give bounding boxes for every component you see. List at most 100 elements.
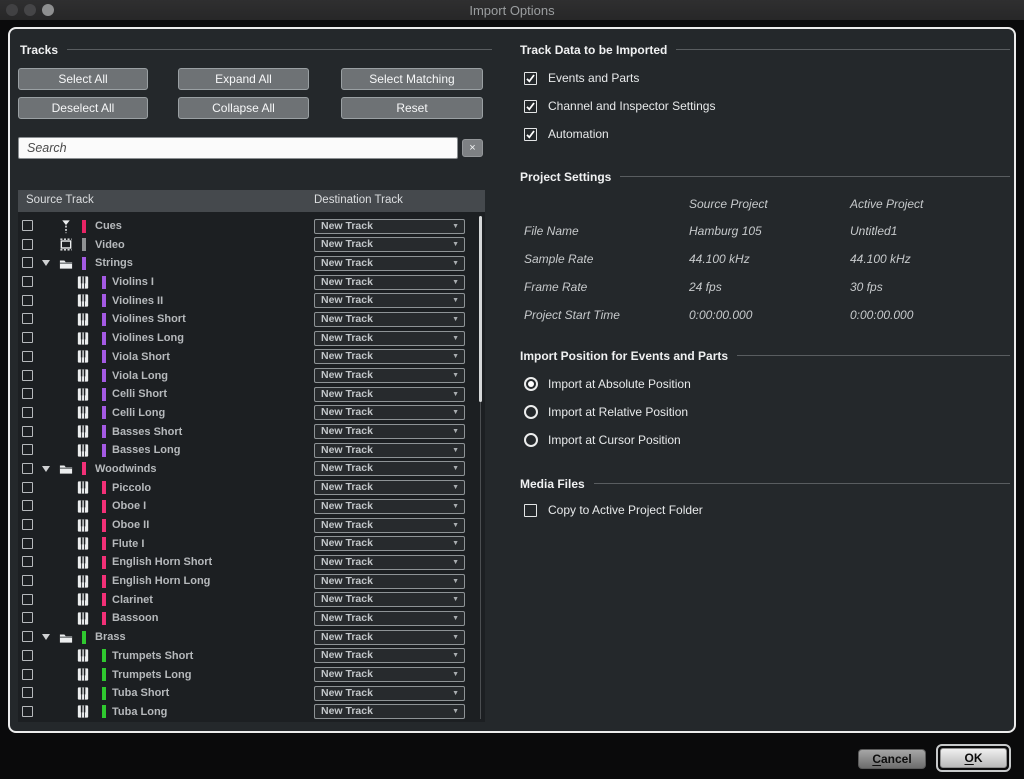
destination-dropdown[interactable]: New Track▼ [314,424,465,439]
search-clear-button[interactable]: × [462,139,483,157]
destination-dropdown[interactable]: New Track▼ [314,480,465,495]
row-checkbox[interactable] [22,687,33,698]
track-row[interactable]: Basses ShortNew Track▼ [18,423,485,442]
radio-button[interactable] [524,433,538,447]
row-checkbox[interactable] [22,407,33,418]
row-checkbox[interactable] [22,706,33,717]
track-row[interactable]: Tuba LongNew Track▼ [18,703,485,722]
checkbox[interactable] [524,100,537,113]
destination-dropdown[interactable]: New Track▼ [314,461,465,476]
destination-dropdown[interactable]: New Track▼ [314,648,465,663]
track-row[interactable]: Tuba ShortNew Track▼ [18,684,485,703]
destination-dropdown[interactable]: New Track▼ [314,368,465,383]
destination-dropdown[interactable]: New Track▼ [314,536,465,551]
track-row[interactable]: Viola LongNew Track▼ [18,367,485,386]
track-row[interactable]: PiccoloNew Track▼ [18,479,485,498]
track-row[interactable]: Flute INew Track▼ [18,535,485,554]
row-checkbox[interactable] [22,220,33,231]
destination-dropdown[interactable]: New Track▼ [314,592,465,607]
row-checkbox[interactable] [22,594,33,605]
destination-dropdown[interactable]: New Track▼ [314,237,465,252]
row-checkbox[interactable] [22,463,33,474]
source-track-column-header[interactable]: Source Track [26,194,94,206]
track-row[interactable]: Oboe INew Track▼ [18,497,485,516]
row-checkbox[interactable] [22,351,33,362]
track-row[interactable]: English Horn LongNew Track▼ [18,572,485,591]
destination-dropdown[interactable]: New Track▼ [314,443,465,458]
track-row[interactable]: Trumpets ShortNew Track▼ [18,647,485,666]
destination-dropdown[interactable]: New Track▼ [314,312,465,327]
row-checkbox[interactable] [22,612,33,623]
checkbox[interactable] [524,128,537,141]
row-checkbox[interactable] [22,257,33,268]
row-checkbox[interactable] [22,295,33,306]
row-checkbox[interactable] [22,313,33,324]
track-row[interactable]: Violines ShortNew Track▼ [18,310,485,329]
checkbox[interactable] [524,72,537,85]
select-matching-button[interactable]: Select Matching [341,68,483,90]
track-row[interactable]: English Horn ShortNew Track▼ [18,553,485,572]
track-row[interactable]: Trumpets LongNew Track▼ [18,666,485,685]
destination-dropdown[interactable]: New Track▼ [314,667,465,682]
destination-dropdown[interactable]: New Track▼ [314,293,465,308]
destination-dropdown[interactable]: New Track▼ [314,611,465,626]
track-row[interactable]: Basses LongNew Track▼ [18,441,485,460]
row-checkbox[interactable] [22,631,33,642]
track-row[interactable]: Oboe IINew Track▼ [18,516,485,535]
row-checkbox[interactable] [22,519,33,530]
track-row[interactable]: Viola ShortNew Track▼ [18,348,485,367]
row-checkbox[interactable] [22,332,33,343]
cancel-button[interactable]: Cancel [858,749,926,769]
row-checkbox[interactable] [22,650,33,661]
ok-button[interactable]: OK [940,748,1007,768]
track-row[interactable]: BassoonNew Track▼ [18,609,485,628]
expand-all-button[interactable]: Expand All [178,68,309,90]
row-checkbox[interactable] [22,276,33,287]
destination-dropdown[interactable]: New Track▼ [314,387,465,402]
disclosure-triangle-icon[interactable] [42,466,50,472]
select-all-button[interactable]: Select All [18,68,148,90]
radio-button[interactable] [524,405,538,419]
row-checkbox[interactable] [22,538,33,549]
track-row[interactable]: StringsNew Track▼ [18,254,485,273]
checkbox[interactable] [524,504,537,517]
row-checkbox[interactable] [22,444,33,455]
deselect-all-button[interactable]: Deselect All [18,97,148,119]
row-checkbox[interactable] [22,370,33,381]
destination-dropdown[interactable]: New Track▼ [314,331,465,346]
destination-dropdown[interactable]: New Track▼ [314,574,465,589]
collapse-all-button[interactable]: Collapse All [178,97,309,119]
destination-dropdown[interactable]: New Track▼ [314,405,465,420]
disclosure-triangle-icon[interactable] [42,634,50,640]
destination-dropdown[interactable]: New Track▼ [314,555,465,570]
radio-button[interactable] [524,377,538,391]
scrollbar-thumb[interactable] [479,216,482,402]
destination-dropdown[interactable]: New Track▼ [314,219,465,234]
row-checkbox[interactable] [22,482,33,493]
disclosure-triangle-icon[interactable] [42,260,50,266]
track-row[interactable]: Violins INew Track▼ [18,273,485,292]
destination-dropdown[interactable]: New Track▼ [314,256,465,271]
track-row[interactable]: WoodwindsNew Track▼ [18,460,485,479]
track-row[interactable]: CuesNew Track▼ [18,217,485,236]
track-row[interactable]: Violines IINew Track▼ [18,292,485,311]
destination-dropdown[interactable]: New Track▼ [314,275,465,290]
search-input[interactable] [18,137,458,159]
destination-dropdown[interactable]: New Track▼ [314,686,465,701]
row-checkbox[interactable] [22,426,33,437]
track-row[interactable]: Celli LongNew Track▼ [18,404,485,423]
row-checkbox[interactable] [22,575,33,586]
destination-dropdown[interactable]: New Track▼ [314,349,465,364]
destination-dropdown[interactable]: New Track▼ [314,518,465,533]
row-checkbox[interactable] [22,556,33,567]
track-row[interactable]: BrassNew Track▼ [18,628,485,647]
reset-button[interactable]: Reset [341,97,483,119]
destination-track-column-header[interactable]: Destination Track [314,194,403,206]
track-row[interactable]: Violines LongNew Track▼ [18,329,485,348]
row-checkbox[interactable] [22,500,33,511]
row-checkbox[interactable] [22,388,33,399]
track-row[interactable]: ClarinetNew Track▼ [18,591,485,610]
track-row[interactable]: VideoNew Track▼ [18,236,485,255]
destination-dropdown[interactable]: New Track▼ [314,630,465,645]
row-checkbox[interactable] [22,669,33,680]
